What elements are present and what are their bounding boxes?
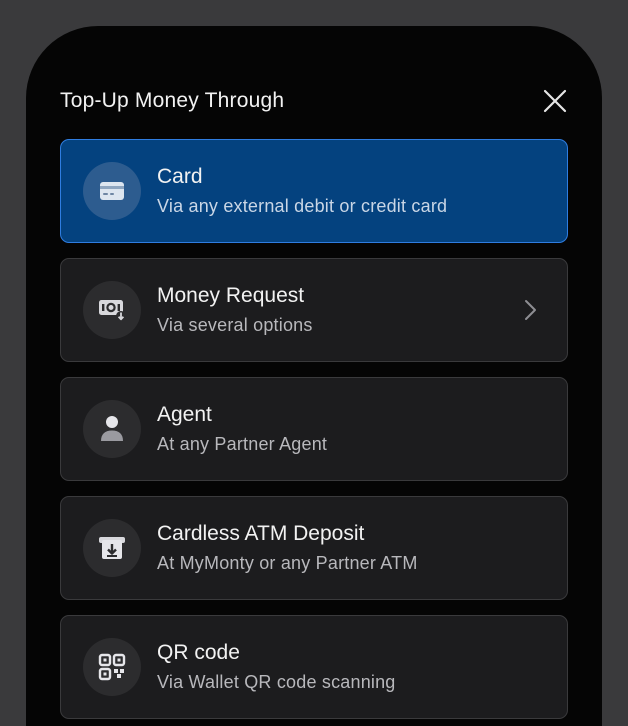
option-subtitle: Via Wallet QR code scanning bbox=[157, 672, 396, 692]
option-subtitle: At MyMonty or any Partner ATM bbox=[157, 553, 418, 573]
option-title: Agent bbox=[157, 403, 212, 426]
qr-code-icon bbox=[83, 638, 141, 696]
credit-card-icon bbox=[83, 162, 141, 220]
option-title: Card bbox=[157, 165, 203, 188]
money-request-icon bbox=[83, 281, 141, 339]
option-title: QR code bbox=[157, 641, 240, 664]
option-subtitle: Via several options bbox=[157, 315, 313, 335]
option-money-request[interactable]: Money Request Via several options bbox=[60, 258, 568, 362]
option-cardless-atm-deposit[interactable]: Cardless ATM Deposit At MyMonty or any P… bbox=[60, 496, 568, 600]
phone-frame: Top-Up Money Through Card Via any extern… bbox=[0, 0, 628, 726]
sheet-header: Top-Up Money Through bbox=[60, 86, 568, 116]
sheet-title: Top-Up Money Through bbox=[60, 89, 285, 112]
close-button[interactable] bbox=[542, 88, 568, 114]
option-agent[interactable]: Agent At any Partner Agent bbox=[60, 377, 568, 481]
atm-deposit-icon bbox=[83, 519, 141, 577]
option-qr-code[interactable]: QR code Via Wallet QR code scanning bbox=[60, 615, 568, 719]
option-subtitle: Via any external debit or credit card bbox=[157, 196, 448, 216]
option-title: Money Request bbox=[157, 284, 305, 307]
close-icon bbox=[543, 89, 567, 113]
chevron-right-icon bbox=[525, 300, 536, 320]
option-title: Cardless ATM Deposit bbox=[157, 522, 365, 545]
topup-options-list: Card Via any external debit or credit ca… bbox=[60, 139, 568, 726]
option-subtitle: At any Partner Agent bbox=[157, 434, 328, 454]
option-card[interactable]: Card Via any external debit or credit ca… bbox=[60, 139, 568, 243]
bottom-sheet: Top-Up Money Through Card Via any extern… bbox=[26, 26, 602, 726]
person-icon bbox=[83, 400, 141, 458]
